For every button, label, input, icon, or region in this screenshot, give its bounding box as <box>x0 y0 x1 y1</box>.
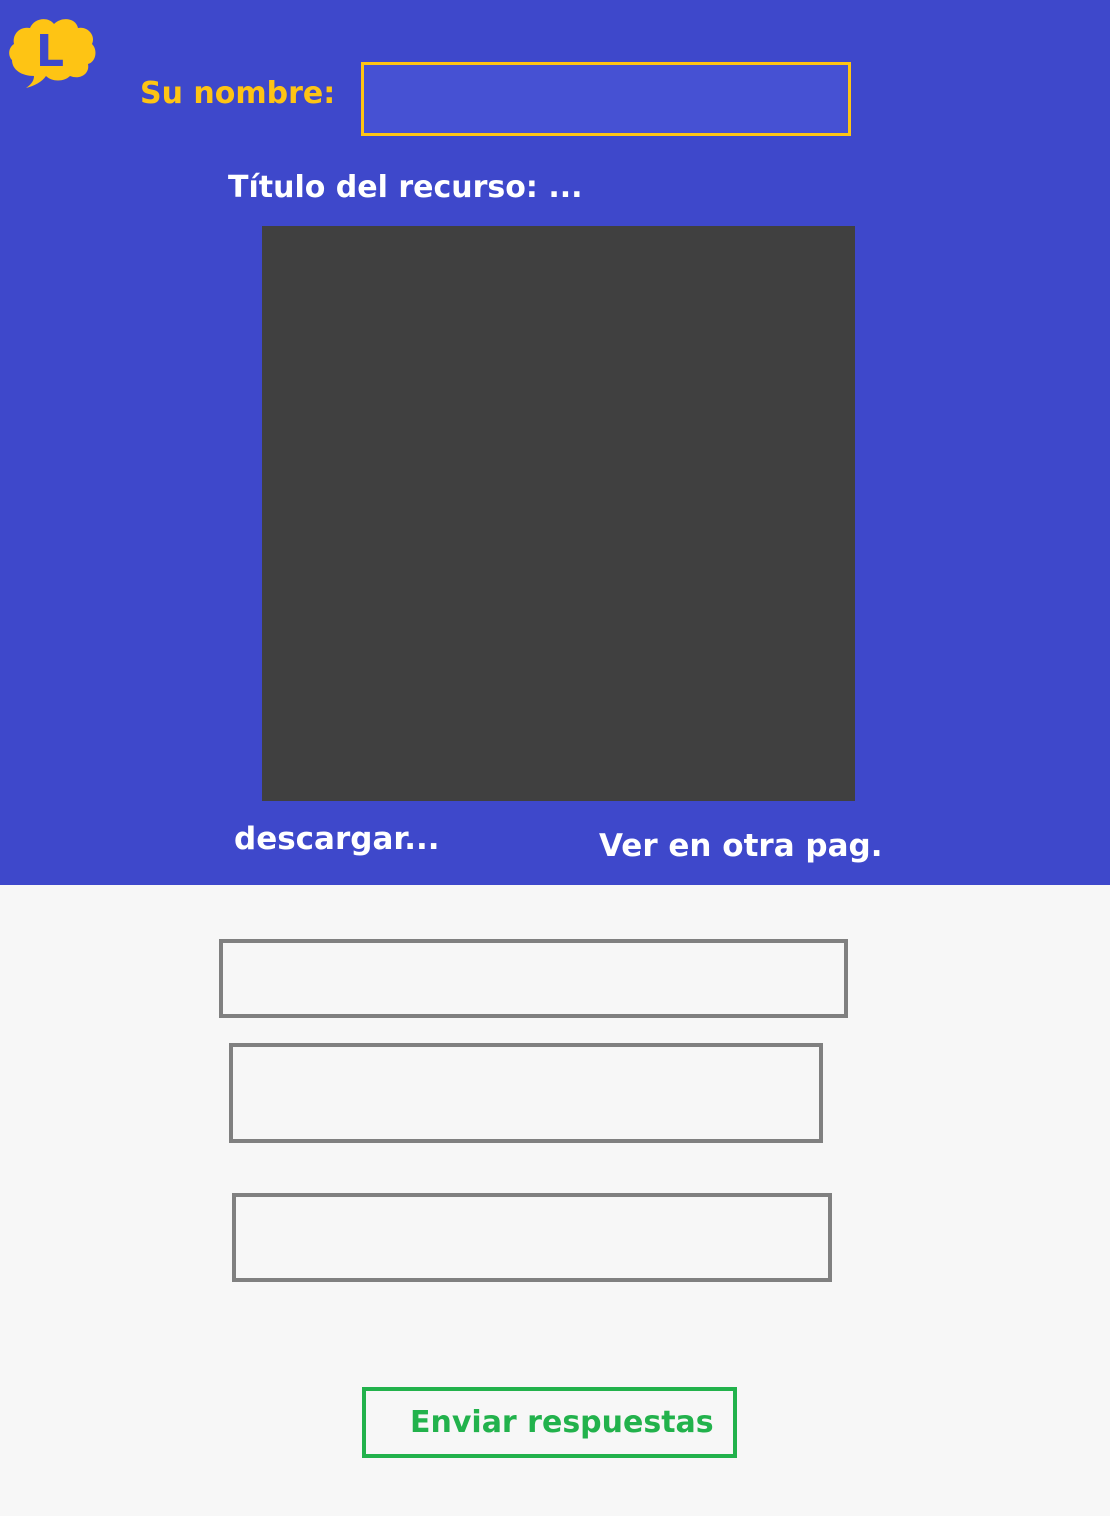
answer-field-3[interactable] <box>232 1193 832 1282</box>
download-link[interactable]: descargar... <box>234 821 440 857</box>
submit-answers-button[interactable]: Enviar respuestas <box>362 1387 737 1458</box>
open-in-other-page-link[interactable]: Ver en otra pag. <box>599 828 882 864</box>
answer-field-1[interactable] <box>219 939 848 1018</box>
name-input[interactable] <box>361 62 851 136</box>
resource-viewer[interactable] <box>262 226 855 801</box>
logo-letter: L <box>36 26 64 77</box>
speech-bubble-logo-icon: L <box>9 19 96 88</box>
header-panel: L Su nombre: Título del recurso: ... des… <box>0 0 1110 885</box>
resource-title: Título del recurso: ... <box>228 170 583 205</box>
name-label: Su nombre: <box>140 76 336 111</box>
answer-field-2[interactable] <box>229 1043 823 1143</box>
